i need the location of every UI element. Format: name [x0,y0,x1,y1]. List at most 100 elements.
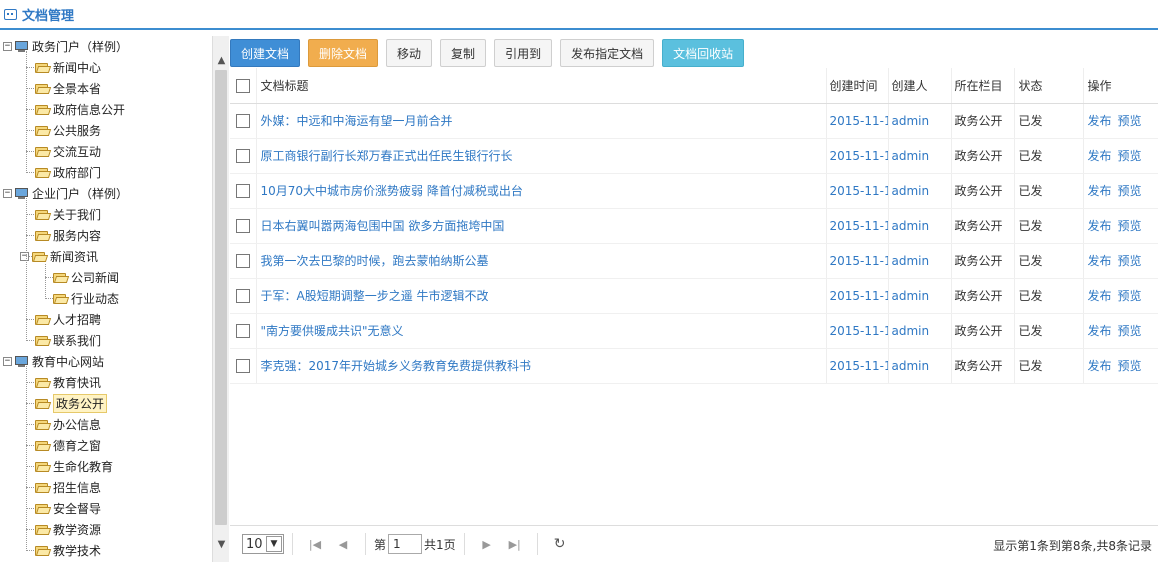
copy-button[interactable]: 复制 [440,39,487,67]
select-all-checkbox[interactable] [236,78,250,93]
header-creator[interactable]: 创建人 [887,68,951,104]
document-title-link[interactable]: 原工商银行副行长郑万春正式出任民生银行行长 [261,149,513,163]
create-document-button[interactable]: 创建文档 [230,39,301,67]
document-title-link[interactable]: 10月70大中城市房价涨势疲弱 降首付减税或出台 [261,184,523,198]
tree-folder-node[interactable]: 人才招聘 [35,309,101,330]
scroll-thumb[interactable] [215,70,227,525]
row-checkbox[interactable] [236,113,250,128]
tree-folder-node[interactable]: 政务公开 [35,393,108,414]
collapse-icon[interactable]: − [3,189,12,198]
row-checkbox[interactable] [236,323,250,338]
tree-folder-node[interactable]: 安全督导 [35,498,101,519]
tree-folder-node[interactable]: 教学技术 [35,540,101,561]
row-checkbox[interactable] [236,358,250,373]
tree-scrollbar[interactable]: ▲ ▼ [212,36,229,562]
tree-folder-node[interactable]: 新闻中心 [35,57,101,78]
created-time: 2015-11-19 [825,138,888,174]
folder-front [35,338,52,346]
prev-page-icon[interactable]: ◀ [333,534,353,554]
row-actions: 发布 预览 [1082,208,1158,244]
publish-link[interactable]: 发布 [1088,254,1112,268]
table-row[interactable]: 日本右翼叫嚣两海包围中国 欲多方面拖垮中国 2015-11-19admin政务公开… [230,208,1158,244]
tree-folder-node[interactable]: 政府信息公开 [35,99,125,120]
collapse-icon[interactable]: − [3,42,12,51]
refresh-icon[interactable]: ↻ [550,534,570,554]
next-page-icon[interactable]: ▶ [477,534,497,554]
publish-specified-button[interactable]: 发布指定文档 [560,39,655,67]
publish-link[interactable]: 发布 [1088,149,1112,163]
tree-root-node[interactable]: − 政务门户（样例） [3,36,128,57]
preview-link[interactable]: 预览 [1118,324,1142,338]
last-page-icon[interactable]: ▶| [505,534,525,554]
table-row[interactable]: 10月70大中城市房价涨势疲弱 降首付减税或出台 2015-11-19admin政… [230,173,1158,209]
first-page-icon[interactable]: |◀ [305,534,325,554]
recycle-bin-button[interactable]: 文档回收站 [662,39,745,67]
tree-folder-node[interactable]: 服务内容 [35,225,101,246]
tree-root-node[interactable]: − 企业门户（样例） [3,183,128,204]
tree-connector [26,51,27,173]
table-row[interactable]: 我第一次去巴黎的时候，跑去蒙帕纳斯公墓 2015-11-19admin政务公开已发… [230,243,1158,279]
table-row[interactable]: 原工商银行副行长郑万春正式出任民生银行行长 2015-11-19admin政务公开… [230,138,1158,174]
row-checkbox[interactable] [236,148,250,163]
header-created[interactable]: 创建时间 [825,68,888,104]
tree-folder-node[interactable]: 全景本省 [35,78,101,99]
table-row[interactable]: 李克强：2017年开始城乡义务教育免费提供教科书 2015-11-19admin政… [230,348,1158,384]
publish-link[interactable]: 发布 [1088,324,1112,338]
publish-link[interactable]: 发布 [1088,359,1112,373]
table-row[interactable]: "南方要供暖成共识"无意义 2015-11-19admin政务公开已发发布预览 [230,313,1158,349]
chevron-down-icon[interactable]: ▼ [266,536,282,552]
collapse-icon[interactable]: − [20,252,29,261]
table-row[interactable]: 外媒：中远和中海运有望一月前合并 2015-11-19admin政务公开已发发布预… [230,103,1158,139]
tree-folder-node[interactable]: 教育快讯 [35,372,101,393]
publish-link[interactable]: 发布 [1088,219,1112,233]
publish-link[interactable]: 发布 [1088,114,1112,128]
tree-folder-node[interactable]: 联系我们 [35,330,101,351]
tree-folder-node[interactable]: 关于我们 [35,204,101,225]
tree-folder-node[interactable]: 教学资源 [35,519,101,540]
tree-root-node[interactable]: − 教育中心网站 [3,351,104,372]
table-row[interactable]: 于军：A股短期调整一步之遥 牛市逻辑不改 2015-11-19admin政务公开已… [230,278,1158,314]
page-number-input[interactable]: 1 [388,534,423,554]
preview-link[interactable]: 预览 [1118,149,1142,163]
tree-folder-node[interactable]: 公司新闻 [53,267,119,288]
delete-document-button[interactable]: 删除文档 [308,39,379,67]
tree-folder-node[interactable]: 德育之窗 [35,435,101,456]
row-checkbox[interactable] [236,183,250,198]
document-title-link[interactable]: 日本右翼叫嚣两海包围中国 欲多方面拖垮中国 [261,219,505,233]
preview-link[interactable]: 预览 [1118,289,1142,303]
tree-folder-node[interactable]: 政府部门 [35,162,101,183]
tree-folder-node[interactable]: 交流互动 [35,141,101,162]
tree-node-label: 人才招聘 [53,313,102,327]
preview-link[interactable]: 预览 [1118,359,1142,373]
page-size-select[interactable]: 10 ▼ [242,534,284,554]
tree-folder-node[interactable]: 行业动态 [53,288,119,309]
preview-link[interactable]: 预览 [1118,184,1142,198]
document-title-link[interactable]: 李克强：2017年开始城乡义务教育免费提供教科书 [261,359,532,373]
tree-folder-node[interactable]: 生命化教育 [35,456,113,477]
tree-folder-node[interactable]: 办公信息 [35,414,101,435]
preview-link[interactable]: 预览 [1118,219,1142,233]
tree-folder-node[interactable]: − 新闻资讯 [20,246,98,267]
publish-link[interactable]: 发布 [1088,289,1112,303]
header-column[interactable]: 所在栏目 [950,68,1014,104]
collapse-icon[interactable]: − [3,357,12,366]
document-title-link[interactable]: 我第一次去巴黎的时候，跑去蒙帕纳斯公墓 [261,254,489,268]
move-button[interactable]: 移动 [386,39,433,67]
document-title-link[interactable]: 外媒：中远和中海运有望一月前合并 [261,114,453,128]
row-checkbox[interactable] [236,288,250,303]
quote-to-button[interactable]: 引用到 [494,39,553,67]
document-title-link[interactable]: "南方要供暖成共识"无意义 [261,324,404,338]
tree-folder-node[interactable]: 公共服务 [35,120,101,141]
header-title[interactable]: 文档标题 [255,68,826,104]
scroll-up-icon[interactable]: ▲ [213,52,230,69]
preview-link[interactable]: 预览 [1118,254,1142,268]
tree-node-label: 德育之窗 [53,439,102,453]
row-checkbox[interactable] [236,253,250,268]
preview-link[interactable]: 预览 [1118,114,1142,128]
document-title-link[interactable]: 于军：A股短期调整一步之遥 牛市逻辑不改 [261,289,489,303]
row-checkbox[interactable] [236,218,250,233]
tree-folder-node[interactable]: 招生信息 [35,477,101,498]
publish-link[interactable]: 发布 [1088,184,1112,198]
scroll-down-icon[interactable]: ▼ [213,536,230,553]
header-status[interactable]: 状态 [1013,68,1083,104]
